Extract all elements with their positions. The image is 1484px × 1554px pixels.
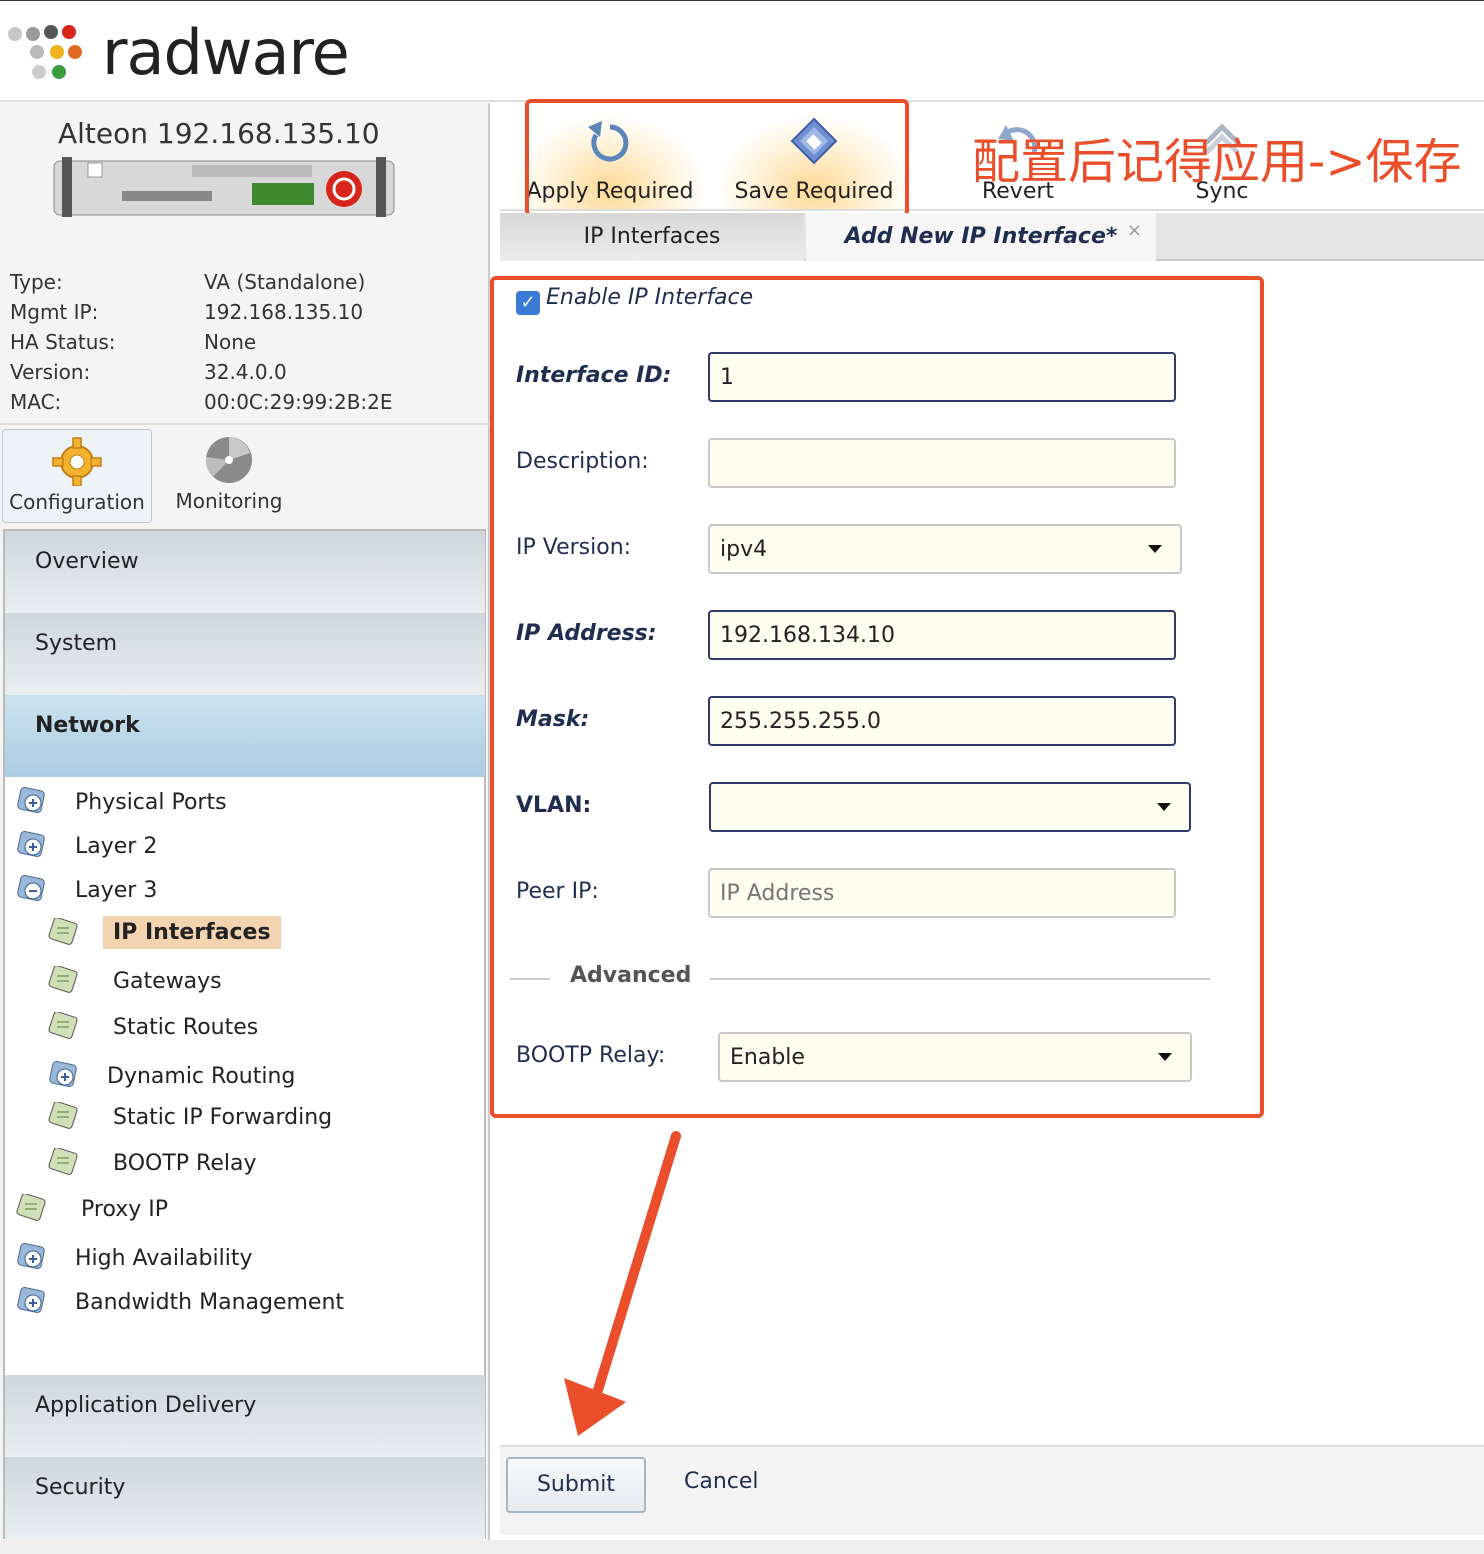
leaf-item-icon [16, 1194, 46, 1221]
info-row: Type: VA (Standalone) [10, 270, 366, 294]
collapse-minus-icon [17, 875, 45, 902]
apply-save-highlight [525, 99, 909, 217]
navigation-tree: Overview System Network Physical Ports L… [3, 529, 486, 1539]
tree-item-physical-ports[interactable]: Physical Ports [15, 787, 227, 817]
logo-dots-icon [8, 21, 88, 85]
bottom-strip [0, 1540, 1484, 1554]
logo-text: radware [102, 16, 350, 89]
device-appliance-icon [53, 157, 395, 217]
tree-item-high-availability[interactable]: High Availability [15, 1243, 252, 1273]
tree-item-layer-2[interactable]: Layer 2 [15, 831, 157, 861]
device-info: Type: VA (Standalone) Mgmt IP: 192.168.135… [10, 267, 393, 417]
content-tabs: IP Interfaces Add New IP Interface* × [500, 213, 1484, 261]
app-header: radware [0, 0, 1484, 102]
divider [0, 423, 490, 425]
form-highlight [490, 276, 1264, 1118]
nav-group-security[interactable]: Security [5, 1457, 485, 1539]
leaf-item-icon [48, 917, 78, 945]
cancel-button[interactable]: Cancel [684, 1469, 759, 1494]
tab-ip-interfaces[interactable]: IP Interfaces [500, 213, 804, 261]
tab-configuration[interactable]: Configuration [2, 429, 152, 523]
tab-monitoring[interactable]: Monitoring [154, 429, 304, 523]
mode-tabs: Configuration Monitoring [0, 427, 490, 527]
tree-item-static-routes[interactable]: Static Routes [47, 1012, 258, 1042]
close-tab-icon[interactable]: × [1127, 207, 1142, 255]
tree-item-layer-3[interactable]: Layer 3 [15, 875, 157, 905]
tree-item-ip-interfaces[interactable]: IP Interfaces [47, 916, 281, 949]
info-row: Version: 32.4.0.0 [10, 360, 287, 384]
gear-icon [52, 437, 102, 486]
tree-item-proxy-ip[interactable]: Proxy IP [15, 1194, 168, 1224]
nav-group-system[interactable]: System [5, 613, 485, 695]
info-row: Mgmt IP: 192.168.135.10 [10, 300, 364, 324]
tab-monitoring-label: Monitoring [175, 489, 283, 513]
submit-button[interactable]: Submit [506, 1457, 646, 1513]
nav-group-application-delivery[interactable]: Application Delivery [5, 1375, 485, 1457]
form-footer: Submit Cancel [500, 1445, 1484, 1535]
annotation-arrow-icon [564, 1131, 681, 1436]
tree-item-bootp-relay[interactable]: BOOTP Relay [47, 1148, 256, 1178]
expand-plus-icon [17, 1287, 45, 1314]
expand-plus-icon [17, 787, 45, 814]
radware-logo: radware [8, 13, 350, 93]
left-panel: Alteon 192.168.135.10 Type: VA (Standalon… [0, 103, 490, 1554]
tree-item-static-ip-forwarding[interactable]: Static IP Forwarding [47, 1102, 332, 1132]
tree-item-bandwidth-management[interactable]: Bandwidth Management [15, 1287, 344, 1317]
device-title: Alteon 192.168.135.10 [58, 117, 380, 150]
tree-item-gateways[interactable]: Gateways [47, 966, 222, 996]
leaf-item-icon [48, 1102, 78, 1129]
tab-add-new-ip-interface[interactable]: Add New IP Interface* × [806, 213, 1156, 261]
nav-group-network[interactable]: Network [5, 695, 485, 777]
monitoring-icon [205, 437, 252, 483]
leaf-item-icon [48, 1012, 78, 1039]
expand-plus-icon [49, 1061, 77, 1088]
annotation-text: 配置后记得应用->保存 [972, 134, 1462, 190]
expand-plus-icon [17, 1243, 45, 1270]
tab-configuration-label: Configuration [9, 490, 145, 514]
leaf-item-icon [48, 966, 78, 993]
expand-plus-icon [17, 831, 45, 858]
nav-group-overview[interactable]: Overview [5, 531, 485, 613]
leaf-item-icon [48, 1148, 78, 1175]
tree-item-dynamic-routing[interactable]: Dynamic Routing [47, 1061, 295, 1091]
info-row: HA Status: None [10, 330, 257, 354]
info-row: MAC: 00:0C:29:99:2B:2E [10, 390, 393, 414]
